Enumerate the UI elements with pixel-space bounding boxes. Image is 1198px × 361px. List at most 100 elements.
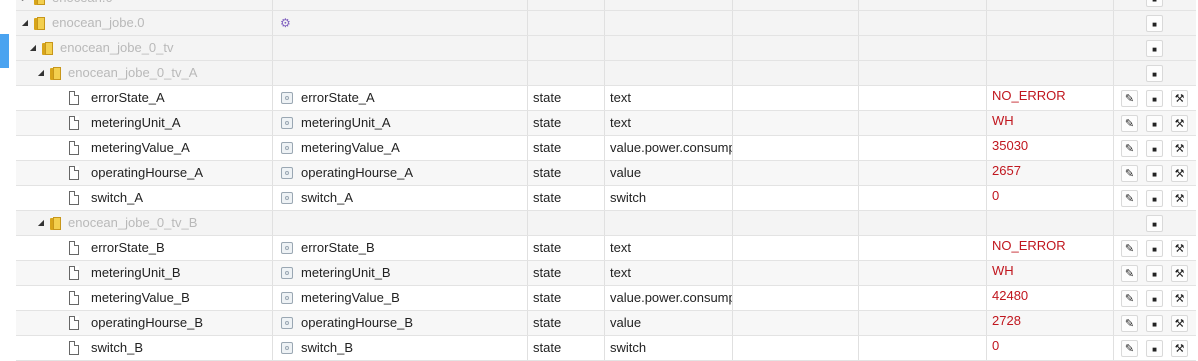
wrench-icon: ⚒: [1174, 143, 1185, 155]
state-icon: [281, 117, 293, 129]
tree-state-row[interactable]: switch_A switch_A state switch 0 ✎ ■ ⚒: [16, 186, 1196, 211]
state-id-label: meteringUnit_A: [91, 115, 181, 130]
tree-state-row[interactable]: meteringUnit_A meteringUnit_A state text WH ✎…: [16, 111, 1196, 136]
tree-folder-row[interactable]: ◢ enocean_jobe_0_tv_B ■: [16, 211, 1196, 236]
actions-cell: ■: [1114, 61, 1196, 85]
tree-state-row[interactable]: errorState_A errorState_A state text NO_ERRO…: [16, 86, 1196, 111]
function-cell: [859, 36, 987, 60]
delete-button[interactable]: ■: [1146, 165, 1163, 182]
edit-button[interactable]: ✎: [1121, 265, 1138, 282]
state-icon: [281, 92, 293, 104]
settings-button[interactable]: ⚒: [1171, 265, 1188, 282]
tree-state-row[interactable]: meteringUnit_B meteringUnit_B state text WH ✎…: [16, 261, 1196, 286]
name-cell: errorState_B: [273, 236, 528, 260]
delete-button[interactable]: ■: [1146, 190, 1163, 207]
edit-button[interactable]: ✎: [1121, 290, 1138, 307]
delete-button[interactable]: ■: [1146, 315, 1163, 332]
trash-icon: ■: [1152, 0, 1157, 4]
settings-button[interactable]: ⚒: [1171, 115, 1188, 132]
name-cell: meteringValue_A: [273, 136, 528, 160]
edit-button[interactable]: ✎: [1121, 240, 1138, 257]
value-cell[interactable]: WH: [987, 111, 1114, 135]
delete-button[interactable]: ■: [1146, 140, 1163, 157]
value-cell[interactable]: 2657: [987, 161, 1114, 185]
edit-button[interactable]: ✎: [1121, 165, 1138, 182]
tree-state-row[interactable]: errorState_B errorState_B state text NO_ERRO…: [16, 236, 1196, 261]
expand-toggle-icon[interactable]: ◢: [36, 211, 46, 235]
value-cell[interactable]: 0: [987, 186, 1114, 210]
edit-button[interactable]: ✎: [1121, 315, 1138, 332]
settings-button[interactable]: ⚒: [1171, 315, 1188, 332]
function-cell: [859, 111, 987, 135]
value-cell: [987, 11, 1114, 35]
value-cell[interactable]: WH: [987, 261, 1114, 285]
edit-button[interactable]: ✎: [1121, 140, 1138, 157]
name-cell: switch_B: [273, 336, 528, 360]
delete-button[interactable]: ■: [1146, 115, 1163, 132]
delete-button[interactable]: ■: [1146, 290, 1163, 307]
edit-button[interactable]: ✎: [1121, 115, 1138, 132]
settings-button[interactable]: ⚒: [1171, 240, 1188, 257]
delete-button[interactable]: ■: [1146, 15, 1163, 32]
value-cell[interactable]: 2728: [987, 311, 1114, 335]
tree-folder-row[interactable]: ◢ enocean_jobe_0_tv ■: [16, 36, 1196, 61]
id-cell: operatingHourse_A: [16, 161, 273, 185]
delete-button[interactable]: ■: [1146, 40, 1163, 57]
function-cell: [859, 86, 987, 110]
settings-button[interactable]: ⚒: [1171, 140, 1188, 157]
value-cell[interactable]: 0: [987, 336, 1114, 360]
name-cell: [273, 61, 528, 85]
actions-cell: ✎ ■ ⚒: [1114, 186, 1196, 210]
tree-state-row[interactable]: meteringValue_A meteringValue_A state value…: [16, 136, 1196, 161]
state-icon: [281, 242, 293, 254]
state-icon: [281, 292, 293, 304]
delete-button[interactable]: ■: [1146, 65, 1163, 82]
actions-cell: ✎ ■ ⚒: [1114, 86, 1196, 110]
settings-button[interactable]: ⚒: [1171, 290, 1188, 307]
tree-folder-row[interactable]: ▷ enocean.0 ■: [16, 0, 1196, 11]
trash-icon: ■: [1152, 245, 1157, 254]
value-cell[interactable]: 35030: [987, 136, 1114, 160]
delete-button[interactable]: ■: [1146, 240, 1163, 257]
trash-icon: ■: [1152, 295, 1157, 304]
edit-button[interactable]: ✎: [1121, 340, 1138, 357]
settings-button[interactable]: ⚒: [1171, 190, 1188, 207]
actions-cell: ✎ ■ ⚒: [1114, 236, 1196, 260]
value-cell[interactable]: NO_ERROR: [987, 236, 1114, 260]
delete-button[interactable]: ■: [1146, 265, 1163, 282]
delete-button[interactable]: ■: [1146, 340, 1163, 357]
delete-button[interactable]: ■: [1146, 215, 1163, 232]
expand-toggle-icon[interactable]: ◢: [28, 36, 38, 60]
type-cell: [528, 61, 605, 85]
edit-button[interactable]: ✎: [1121, 190, 1138, 207]
tree-folder-row[interactable]: ◢ enocean_jobe.0 ⚙ ■: [16, 11, 1196, 36]
settings-button[interactable]: ⚒: [1171, 340, 1188, 357]
expand-toggle-icon[interactable]: ◢: [36, 61, 46, 85]
expand-toggle-icon[interactable]: ◢: [20, 11, 30, 35]
value-cell[interactable]: NO_ERROR: [987, 86, 1114, 110]
id-cell: operatingHourse_B: [16, 311, 273, 335]
edit-button[interactable]: ✎: [1121, 90, 1138, 107]
tree-folder-row[interactable]: ◢ enocean_jobe_0_tv_A ■: [16, 61, 1196, 86]
value-cell[interactable]: 42480: [987, 286, 1114, 310]
state-id-label: operatingHourse_B: [91, 315, 204, 330]
collapsed-toggle-icon[interactable]: ▷: [20, 0, 30, 10]
room-cell: [733, 211, 859, 235]
delete-button[interactable]: ■: [1146, 90, 1163, 107]
name-cell: ⚙: [273, 11, 528, 35]
pencil-icon: ✎: [1124, 168, 1135, 180]
tree-state-row[interactable]: operatingHourse_A operatingHourse_A state v…: [16, 161, 1196, 186]
object-tree-grid: ▷ enocean.0 ■ ◢ enocean_jobe.0 ⚙ ■ ◢ enocean_job…: [16, 0, 1196, 361]
type-cell: [528, 0, 605, 10]
settings-button[interactable]: ⚒: [1171, 165, 1188, 182]
tree-state-row[interactable]: meteringValue_B meteringValue_B state value…: [16, 286, 1196, 311]
state-id-label: errorState_B: [91, 240, 165, 255]
type-cell: state: [528, 111, 605, 135]
settings-button[interactable]: ⚒: [1171, 90, 1188, 107]
tree-state-row[interactable]: switch_B switch_B state switch 0 ✎ ■ ⚒: [16, 336, 1196, 361]
trash-icon: ■: [1152, 145, 1157, 154]
state-name: switch_B: [301, 340, 354, 355]
tree-state-row[interactable]: operatingHourse_B operatingHourse_B state v…: [16, 311, 1196, 336]
id-cell: meteringUnit_A: [16, 111, 273, 135]
delete-button[interactable]: ■: [1146, 0, 1163, 7]
